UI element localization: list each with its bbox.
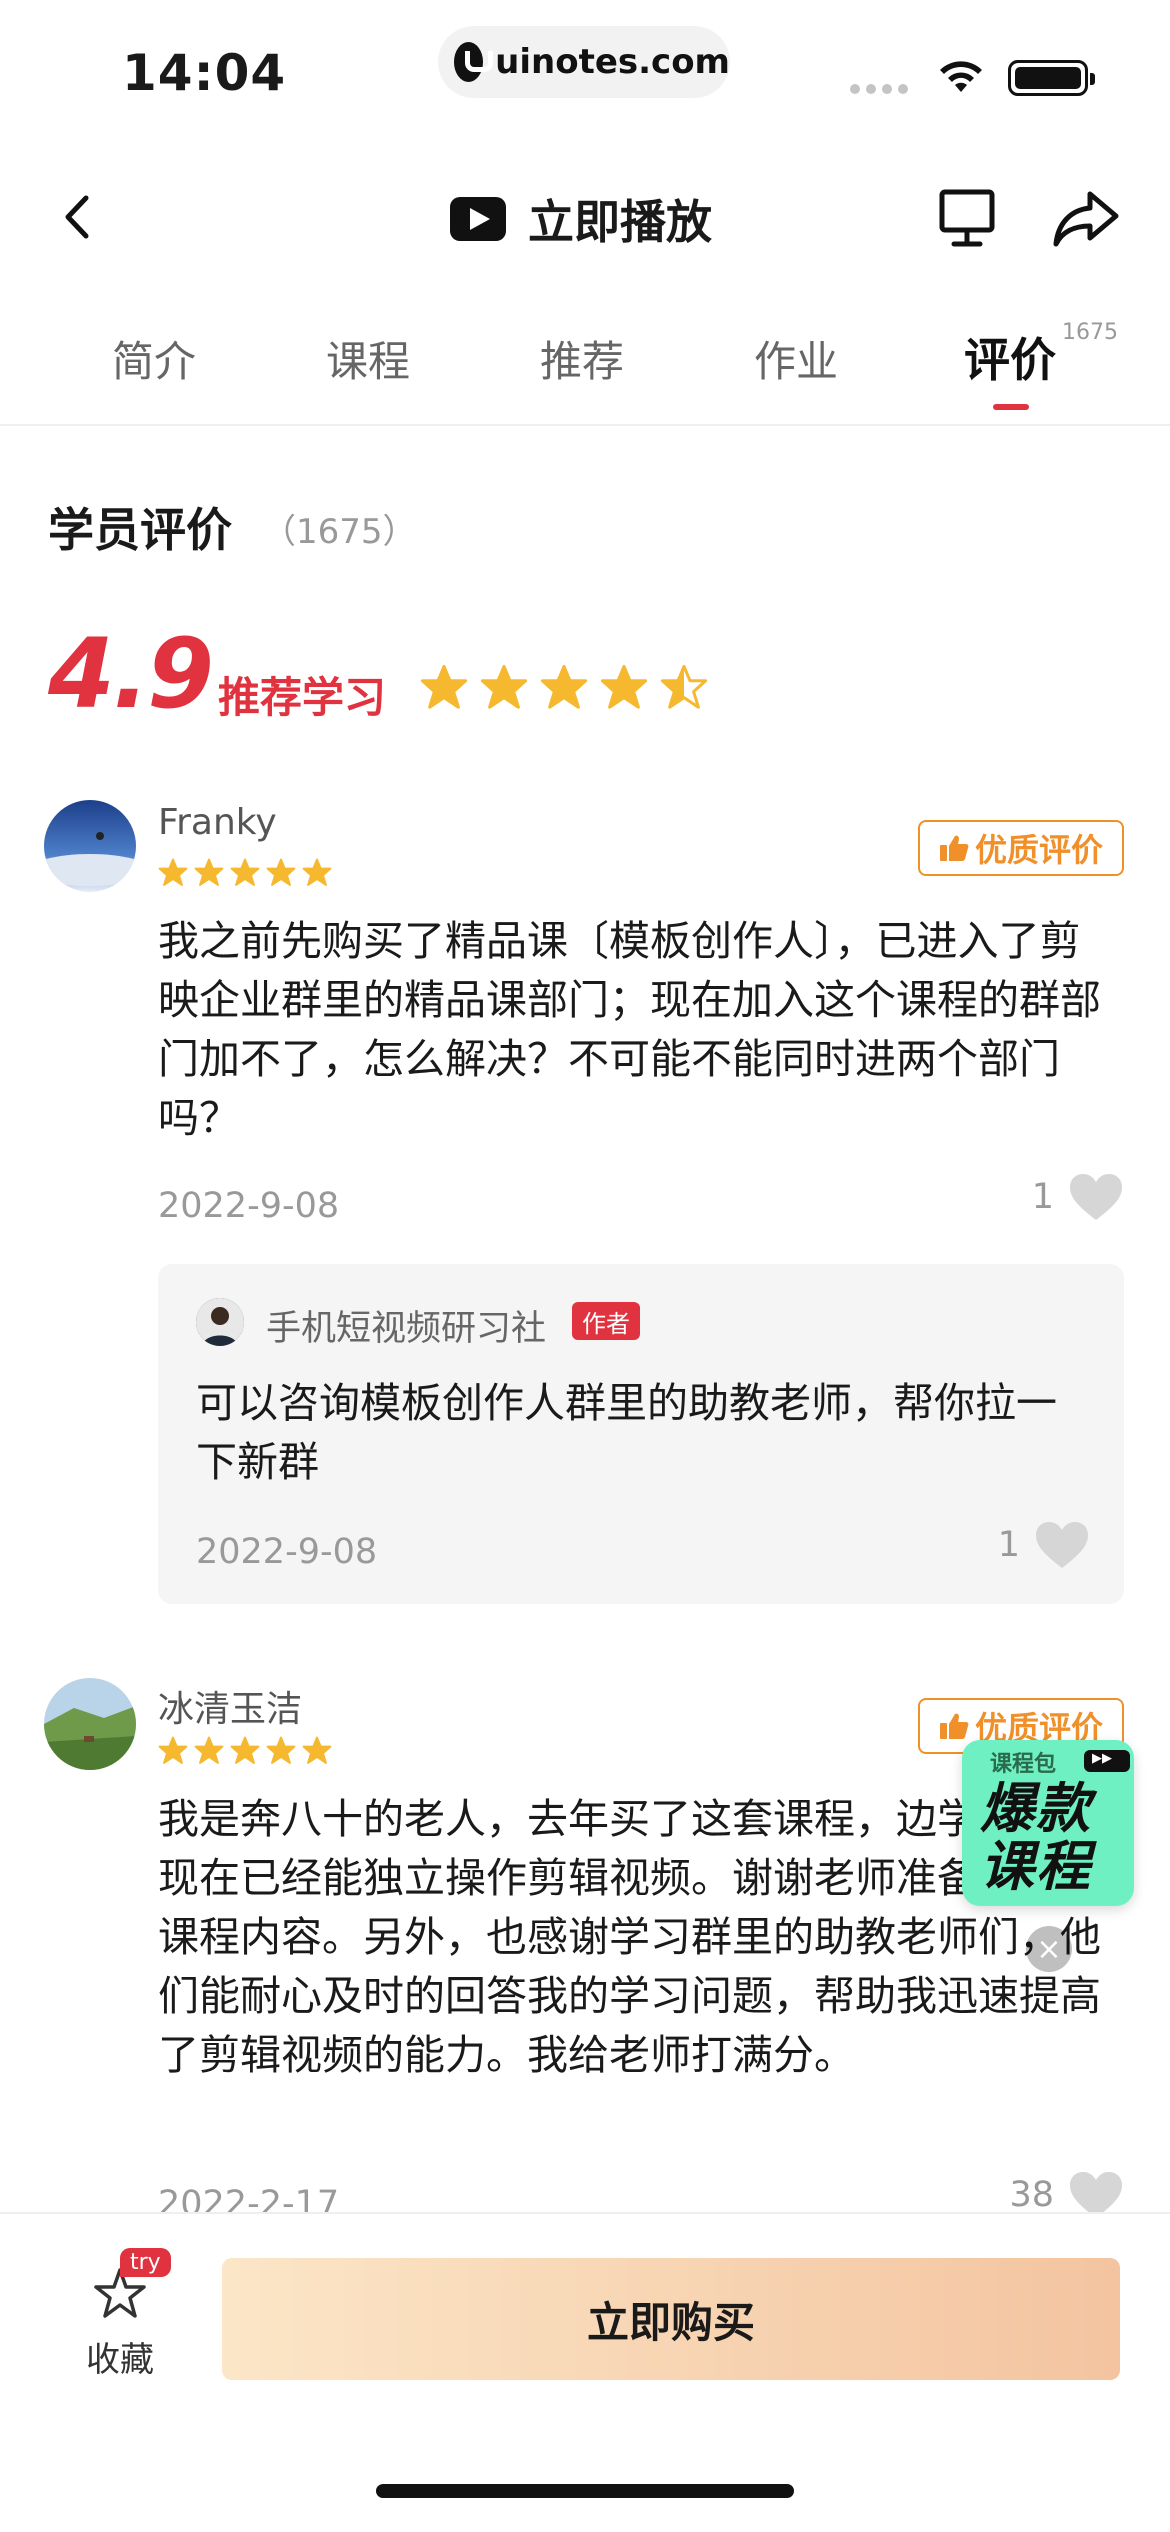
promo-tag: 课程包 bbox=[990, 1752, 1057, 1777]
star-icon bbox=[480, 664, 528, 709]
tab-intro[interactable]: 简介 bbox=[112, 328, 196, 389]
reply-date: 2022-9-08 bbox=[196, 1532, 378, 1572]
author-tag: 作者 bbox=[572, 1302, 640, 1340]
star-icon bbox=[266, 1736, 296, 1764]
status-bar: 14:04 uinotes.com bbox=[0, 0, 1170, 140]
play-icon bbox=[450, 197, 506, 241]
close-icon[interactable]: × bbox=[1026, 1926, 1072, 1972]
section-title: 学员评价 bbox=[48, 503, 232, 557]
promo-play-icon bbox=[1084, 1750, 1130, 1772]
tab-active-indicator bbox=[993, 404, 1029, 410]
star-icon bbox=[230, 1736, 260, 1764]
course-bundle-promo[interactable]: 课程包 爆款 课程 bbox=[962, 1740, 1134, 1906]
buy-now-button[interactable]: 立即购买 bbox=[222, 2258, 1120, 2380]
tab-recommend[interactable]: 推荐 bbox=[540, 328, 624, 389]
nav-title: 立即播放 bbox=[528, 195, 712, 249]
review-date: 2022-9-08 bbox=[158, 1186, 340, 1226]
share-icon[interactable] bbox=[1052, 188, 1120, 248]
author-reply: 手机短视频研习社 作者 可以咨询模板创作人群里的助教老师，帮你拉一下新群 202… bbox=[158, 1264, 1124, 1604]
star-icon bbox=[540, 664, 588, 709]
star-icon bbox=[194, 858, 224, 886]
site-logo-icon bbox=[454, 42, 494, 82]
status-time: 14:04 bbox=[122, 44, 287, 102]
review-username: 冰清玉洁 bbox=[158, 1689, 303, 1730]
like-count: 38 bbox=[1009, 2175, 1054, 2215]
favorite-label: 收藏 bbox=[86, 2340, 154, 2380]
review-stars bbox=[158, 858, 332, 888]
back-icon[interactable] bbox=[52, 190, 106, 244]
star-icon bbox=[660, 664, 708, 709]
tv-icon[interactable] bbox=[938, 188, 996, 248]
battery-icon bbox=[1008, 60, 1095, 96]
try-tag: try bbox=[120, 2248, 171, 2277]
nav-bar: 立即播放 bbox=[0, 168, 1170, 268]
star-icon bbox=[302, 1736, 332, 1764]
home-indicator[interactable] bbox=[376, 2484, 794, 2498]
star-icon bbox=[420, 664, 468, 709]
star-icon bbox=[158, 858, 188, 886]
url-pill[interactable]: uinotes.com bbox=[438, 26, 730, 98]
reply-author-name: 手机短视频研习社 bbox=[266, 1309, 547, 1349]
play-now-button[interactable]: 立即播放 bbox=[450, 186, 712, 252]
promo-text: 爆款 课程 bbox=[980, 1780, 1092, 1896]
tab-reviews-count: 1675 bbox=[1062, 320, 1118, 345]
quality-review-badge: 优质评价 bbox=[918, 820, 1124, 876]
rating-score: 4.9 bbox=[48, 618, 214, 730]
tab-homework[interactable]: 作业 bbox=[754, 328, 838, 389]
reply-like-count: 1 bbox=[997, 1525, 1020, 1565]
avatar[interactable] bbox=[44, 800, 136, 892]
reply-like-button[interactable]: 1 bbox=[998, 1520, 1090, 1570]
signal-icon bbox=[850, 84, 908, 94]
thumbs-up-icon bbox=[939, 835, 969, 861]
review-stars bbox=[158, 1736, 332, 1766]
heart-icon bbox=[1070, 1174, 1122, 1220]
favorite-button[interactable]: 收藏 bbox=[70, 2266, 170, 2381]
review-text: 我之前先购买了精品课〔模板创作人〕，已进入了剪映企业群里的精品课部门；现在加入这… bbox=[158, 917, 1101, 1142]
rating-stars bbox=[420, 664, 708, 712]
badge-label: 优质评价 bbox=[974, 831, 1103, 869]
review-username: Franky bbox=[158, 802, 277, 843]
avatar[interactable] bbox=[44, 1678, 136, 1770]
promo-line-2: 课程 bbox=[980, 1835, 1092, 1898]
rating-label: 推荐学习 bbox=[218, 673, 387, 722]
wifi-icon bbox=[940, 61, 982, 92]
star-icon bbox=[302, 858, 332, 886]
section-count: （1675） bbox=[262, 512, 417, 552]
star-icon bbox=[194, 1736, 224, 1764]
promo-line-1: 爆款 bbox=[980, 1777, 1092, 1840]
thumbs-up-icon bbox=[939, 1713, 969, 1739]
avatar[interactable] bbox=[196, 1298, 244, 1346]
like-count: 1 bbox=[1031, 1177, 1054, 1217]
reply-text: 可以咨询模板创作人群里的助教老师，帮你拉一下新群 bbox=[196, 1379, 1057, 1486]
star-icon bbox=[266, 858, 296, 886]
star-icon bbox=[230, 858, 260, 886]
tab-reviews[interactable]: 评价 bbox=[964, 324, 1056, 390]
like-button[interactable]: 1 bbox=[1032, 1172, 1124, 1222]
heart-icon bbox=[1036, 1522, 1088, 1568]
tab-bar: 简介 课程 推荐 作业 评价 1675 bbox=[0, 320, 1170, 426]
tab-course[interactable]: 课程 bbox=[326, 328, 410, 389]
star-icon bbox=[600, 664, 648, 709]
star-icon bbox=[158, 1736, 188, 1764]
url-text: uinotes.com bbox=[495, 42, 730, 82]
